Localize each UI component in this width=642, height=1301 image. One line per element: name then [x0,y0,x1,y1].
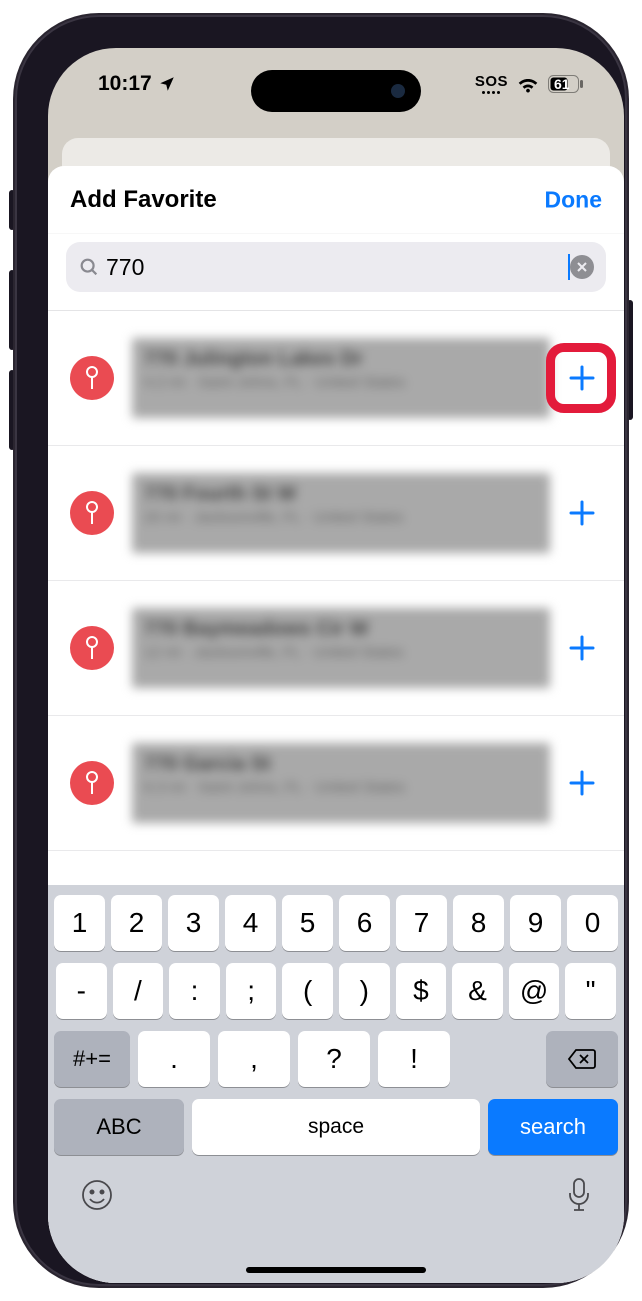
key-symbol[interactable]: ) [339,963,390,1019]
pin-icon [70,761,114,805]
key-0[interactable]: 0 [567,895,618,951]
result-title: 770 Garcia St [144,753,538,776]
phone-side-button [627,300,633,420]
pin-icon [70,356,114,400]
keyboard-row-3: #+= .,?! [54,1031,618,1087]
result-subtitle: 6.3 mi · Saint Johns, FL · United States [144,779,538,796]
microphone-icon [566,1177,592,1213]
key-symbol[interactable]: ; [226,963,277,1019]
result-subtitle: 12 mi · Jacksonville, FL · United States [144,644,538,661]
result-row[interactable]: 770 Julington Lakes Dr 4.2 mi · Saint Joh… [48,311,624,446]
add-favorite-button[interactable] [562,763,602,803]
status-time: 10:17 [98,72,152,96]
search-input[interactable] [106,254,570,281]
key-symbol-mode[interactable]: #+= [54,1031,130,1087]
key-6[interactable]: 6 [339,895,390,951]
clear-search-button[interactable] [570,255,594,279]
keyboard-row-2: -/:;()$&@" [54,963,618,1019]
done-button[interactable]: Done [545,186,603,213]
plus-icon [567,363,597,393]
result-redacted-body: 770 Julington Lakes Dr 4.2 mi · Saint Joh… [132,338,550,418]
key-symbol[interactable]: $ [396,963,447,1019]
result-title: 770 Julington Lakes Dr [144,348,538,371]
key-2[interactable]: 2 [111,895,162,951]
keyboard: 1234567890 -/:;()$&@" #+= .,?! ABC space… [48,885,624,1283]
dictation-button[interactable] [566,1177,592,1216]
key-space[interactable]: space [192,1099,480,1155]
result-subtitle: 4.2 mi · Saint Johns, FL · United States [144,374,538,391]
result-row[interactable]: 770 Fourth St W 20 mi · Jacksonville, FL … [48,446,624,581]
key-5[interactable]: 5 [282,895,333,951]
key-8[interactable]: 8 [453,895,504,951]
key-symbol[interactable]: / [113,963,164,1019]
keyboard-row-1: 1234567890 [54,895,618,951]
result-redacted-body: 770 Baymeadows Cir W 12 mi · Jacksonville… [132,608,550,688]
key-9[interactable]: 9 [510,895,561,951]
key-abc-mode[interactable]: ABC [54,1099,184,1155]
location-arrow-icon [158,75,176,93]
add-favorite-button[interactable] [562,358,602,398]
key-punctuation[interactable]: ? [298,1031,370,1087]
page-title: Add Favorite [70,186,217,214]
keyboard-row-4: ABC space search [54,1099,618,1155]
pin-icon [70,491,114,535]
add-favorite-button[interactable] [562,493,602,533]
key-symbol[interactable]: @ [509,963,560,1019]
key-symbol[interactable]: ( [282,963,333,1019]
key-search-action[interactable]: search [488,1099,618,1155]
result-title: 770 Fourth St W [144,483,538,506]
key-4[interactable]: 4 [225,895,276,951]
dynamic-island [251,70,421,112]
result-redacted-body: 770 Garcia St 6.3 mi · Saint Johns, FL · … [132,743,550,823]
keyboard-bottom-row [54,1163,618,1216]
battery-percent: 61 [554,76,570,92]
key-punctuation[interactable]: ! [378,1031,450,1087]
battery-indicator: 61 [548,75,584,93]
status-left: 10:17 [98,72,176,96]
status-right: SOS 61 [475,74,584,94]
emoji-keyboard-button[interactable] [80,1178,114,1215]
search-bar-container [48,234,624,311]
emoji-icon [80,1178,114,1212]
key-symbol[interactable]: & [452,963,503,1019]
key-symbol[interactable]: " [565,963,616,1019]
result-row[interactable]: 770 Garcia St 6.3 mi · Saint Johns, FL · … [48,716,624,851]
plus-icon [567,633,597,663]
search-icon [78,256,100,278]
home-indicator[interactable] [246,1267,426,1273]
key-punctuation[interactable]: , [218,1031,290,1087]
search-field[interactable] [66,242,606,292]
add-favorite-button[interactable] [562,628,602,668]
key-7[interactable]: 7 [396,895,447,951]
key-symbol[interactable]: : [169,963,220,1019]
result-title: 770 Baymeadows Cir W [144,618,538,641]
key-symbol[interactable]: - [56,963,107,1019]
screen: 10:17 SOS 61 Add Favorite Done [48,48,624,1283]
key-punctuation[interactable]: . [138,1031,210,1087]
result-row[interactable]: 770 Baymeadows Cir W 12 mi · Jacksonville… [48,581,624,716]
key-3[interactable]: 3 [168,895,219,951]
phone-frame: 10:17 SOS 61 Add Favorite Done [15,15,627,1286]
plus-icon [567,768,597,798]
network-sos: SOS [475,74,508,94]
key-1[interactable]: 1 [54,895,105,951]
result-subtitle: 20 mi · Jacksonville, FL · United States [144,509,538,526]
wifi-icon [516,75,540,93]
pin-icon [70,626,114,670]
delete-icon [567,1048,597,1070]
result-redacted-body: 770 Fourth St W 20 mi · Jacksonville, FL … [132,473,550,553]
xmark-icon [576,261,588,273]
modal-header: Add Favorite Done [48,166,624,234]
plus-icon [567,498,597,528]
key-delete[interactable] [546,1031,618,1087]
